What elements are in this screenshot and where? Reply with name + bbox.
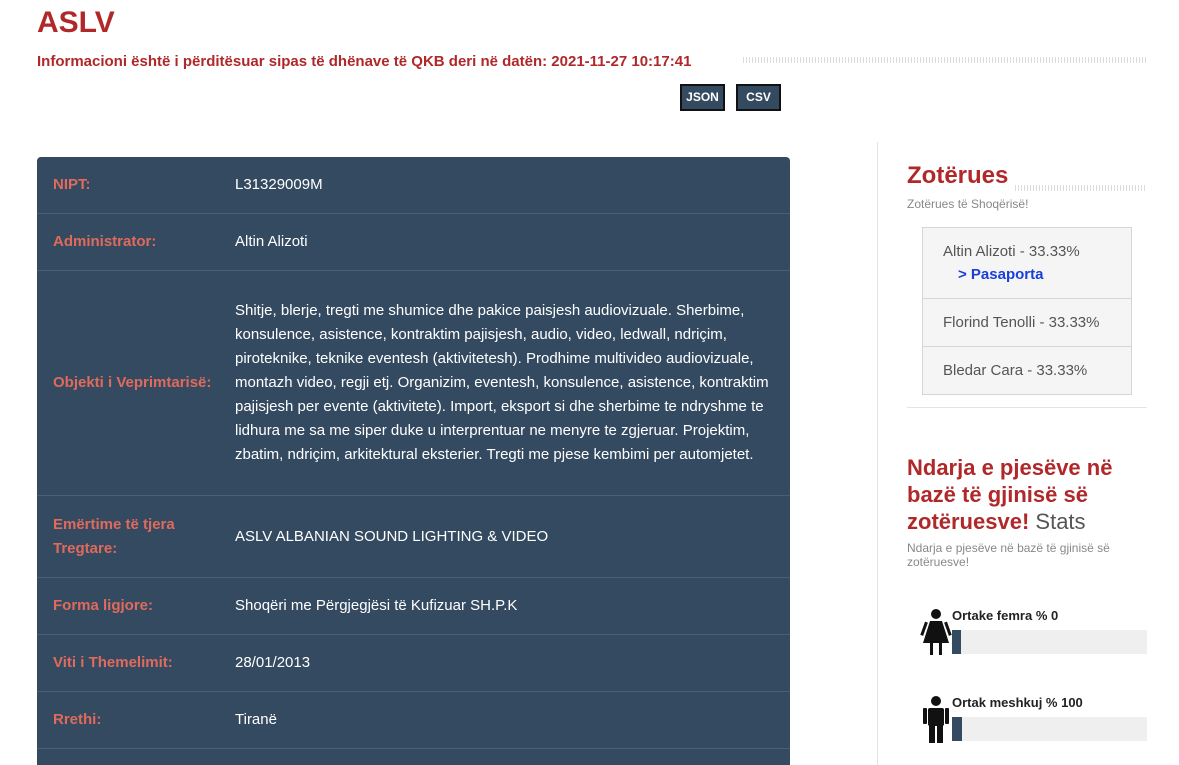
- details-value: 28/01/2013: [235, 654, 311, 671]
- decorative-divider: [743, 57, 1147, 63]
- owners-title: Zotërues: [907, 162, 1009, 189]
- details-value: Altin Alizoti: [235, 233, 308, 250]
- gender-stats-subtitle: Ndarja e pjesëve në bazë të gjinisë së z…: [907, 541, 1110, 569]
- gender-stats-title: Ndarja e pjesëve në bazë të gjinisë së z…: [907, 454, 1147, 535]
- details-row-activity: Objekti i Veprimtarisë: Shitje, blerje, …: [37, 271, 790, 496]
- export-json-button[interactable]: JSON: [680, 84, 725, 111]
- owners-subtitle: Zotërues të Shoqërisë!: [907, 197, 1029, 211]
- details-value: Shitje, blerje, tregti me shumice dhe pa…: [235, 302, 769, 463]
- male-share-fill: [952, 717, 962, 741]
- sidebar-divider: [877, 142, 878, 765]
- male-share-bar: [952, 717, 1147, 741]
- owner-item: Altin Alizoti - 33.33% > Pasaporta: [923, 228, 1131, 299]
- male-share-label: Ortak meshkuj % 100: [952, 695, 1083, 710]
- female-share-bar: [952, 630, 1147, 654]
- update-notice: Informacioni është i përditësuar sipas t…: [37, 53, 692, 70]
- owners-list: Altin Alizoti - 33.33% > Pasaporta Flori…: [922, 227, 1132, 395]
- details-label: Rrethi:: [53, 711, 102, 728]
- stats-label: Stats: [1035, 509, 1086, 534]
- details-label: NIPT:: [53, 176, 91, 193]
- decorative-divider: [1015, 185, 1147, 191]
- details-label: Forma ligjore:: [53, 597, 154, 614]
- male-figure-icon: [923, 696, 949, 743]
- page-title: ASLV: [37, 6, 115, 39]
- female-figure-icon: [920, 609, 952, 655]
- details-value: ASLV ALBANIAN SOUND LIGHTING & VIDEO: [235, 527, 549, 545]
- company-details-table: NIPT: L31329009M Administrator: Altin Al…: [37, 157, 790, 765]
- details-label: Viti i Themelimit:: [53, 654, 173, 671]
- female-share: Ortake femra % 0: [920, 608, 1147, 658]
- details-label: Objekti i Veprimtarisë:: [53, 374, 212, 391]
- female-share-label: Ortake femra % 0: [952, 608, 1059, 623]
- details-label: Administrator:: [53, 233, 157, 250]
- details-row-nipt: NIPT: L31329009M: [37, 157, 790, 214]
- owner-name: Florind Tenolli - 33.33%: [943, 314, 1100, 331]
- owner-item: Florind Tenolli - 33.33%: [923, 299, 1131, 347]
- owner-name: Altin Alizoti - 33.33%: [943, 243, 1080, 260]
- details-value: Shoqëri me Përgjegjësi të Kufizuar SH.P.…: [235, 597, 518, 614]
- details-label: Emërtime të tjera Tregtare:: [53, 515, 175, 557]
- details-row-trade-names: Emërtime të tjera Tregtare: ASLV ALBANIA…: [37, 496, 790, 578]
- details-row-legal-form: Forma ligjore: Shoqëri me Përgjegjësi të…: [37, 578, 790, 635]
- update-notice-row: Informacioni është i përditësuar sipas t…: [37, 53, 1147, 73]
- details-row-administrator: Administrator: Altin Alizoti: [37, 214, 790, 271]
- details-row-founding-year: Viti i Themelimit: 28/01/2013: [37, 635, 790, 692]
- details-value: L31329009M: [235, 176, 323, 193]
- owner-item: Bledar Cara - 33.33%: [923, 347, 1131, 394]
- export-csv-button[interactable]: CSV: [736, 84, 781, 111]
- passport-link[interactable]: > Pasaporta: [943, 263, 1111, 286]
- female-share-fill: [952, 630, 961, 654]
- section-divider: [907, 407, 1147, 408]
- details-value: Tiranë: [235, 711, 277, 728]
- owner-name: Bledar Cara - 33.33%: [943, 362, 1088, 379]
- male-share: Ortak meshkuj % 100: [920, 695, 1147, 745]
- details-row-district: Rrethi: Tiranë: [37, 692, 790, 749]
